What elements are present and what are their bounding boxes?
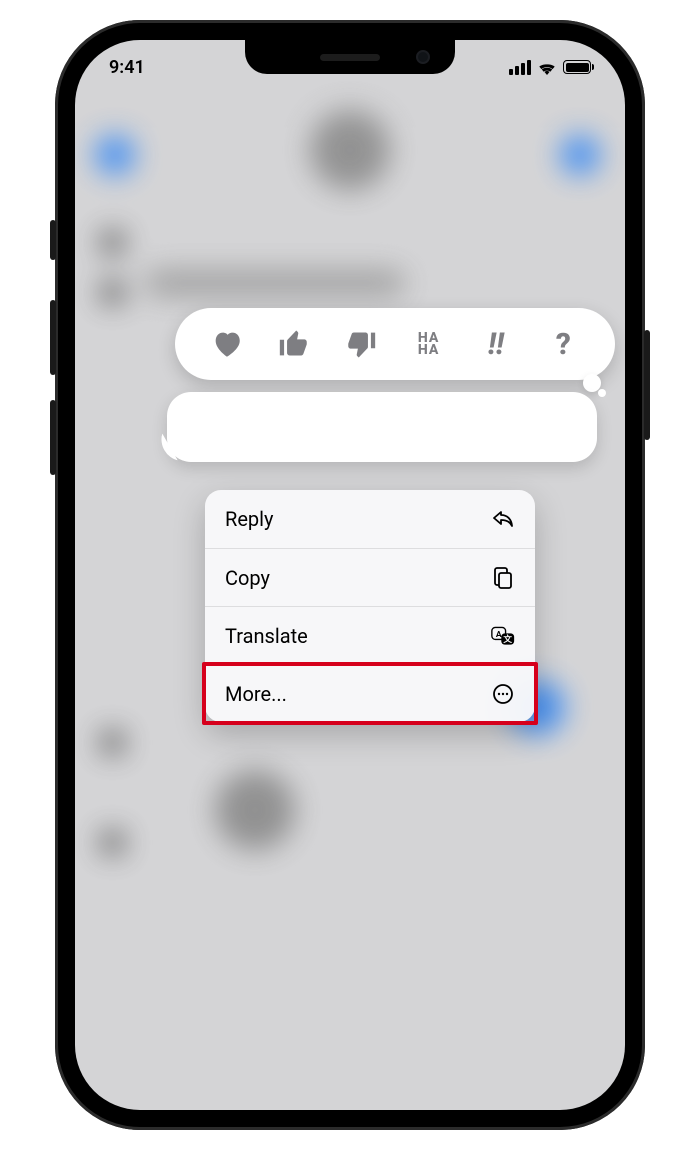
menu-item-label: Translate: [225, 624, 308, 648]
status-time: 9:41: [109, 57, 145, 78]
menu-item-more[interactable]: More...: [205, 664, 535, 722]
side-button-volume-down: [50, 400, 56, 475]
tapback-reaction-bar: HA HA !! ?: [175, 308, 615, 380]
status-indicators: [509, 60, 591, 75]
menu-item-label: Copy: [225, 566, 270, 590]
menu-item-label: More...: [225, 682, 287, 706]
side-button-silence: [50, 220, 56, 260]
svg-text:文: 文: [503, 633, 512, 645]
selected-message-bubble[interactable]: [167, 392, 597, 462]
tapback-haha-icon[interactable]: HA HA: [412, 327, 446, 361]
tapback-thumbs-up-icon[interactable]: [277, 327, 311, 361]
tapback-emphasis-icon[interactable]: !!: [479, 327, 513, 361]
tapback-thumbs-down-icon[interactable]: [344, 327, 378, 361]
menu-item-label: Reply: [225, 507, 274, 531]
front-camera: [416, 50, 430, 64]
earpiece-speaker: [320, 54, 380, 61]
menu-item-reply[interactable]: Reply: [205, 490, 535, 548]
bubble-tail: [157, 434, 184, 461]
side-button-volume-up: [50, 300, 56, 375]
more-ellipsis-icon: [491, 682, 515, 706]
message-context-menu: Reply Copy: [205, 490, 535, 722]
display-notch: [245, 40, 455, 74]
side-button-power: [644, 330, 650, 440]
cellular-signal-icon: [509, 60, 531, 75]
copy-pages-icon: [491, 566, 515, 590]
phone-screen: 9:41: [75, 40, 625, 1110]
wifi-icon: [537, 60, 557, 75]
menu-item-copy[interactable]: Copy: [205, 548, 535, 606]
reply-arrow-icon: [491, 507, 515, 531]
svg-text:A: A: [496, 629, 502, 639]
haha-text-bottom: HA: [418, 342, 439, 358]
battery-icon: [563, 60, 591, 74]
iphone-device-frame: 9:41: [55, 20, 645, 1130]
menu-item-translate[interactable]: Translate A 文: [205, 606, 535, 664]
translate-icon: A 文: [491, 624, 515, 648]
tapback-question-icon[interactable]: ?: [546, 327, 580, 361]
tapback-heart-icon[interactable]: [210, 327, 244, 361]
